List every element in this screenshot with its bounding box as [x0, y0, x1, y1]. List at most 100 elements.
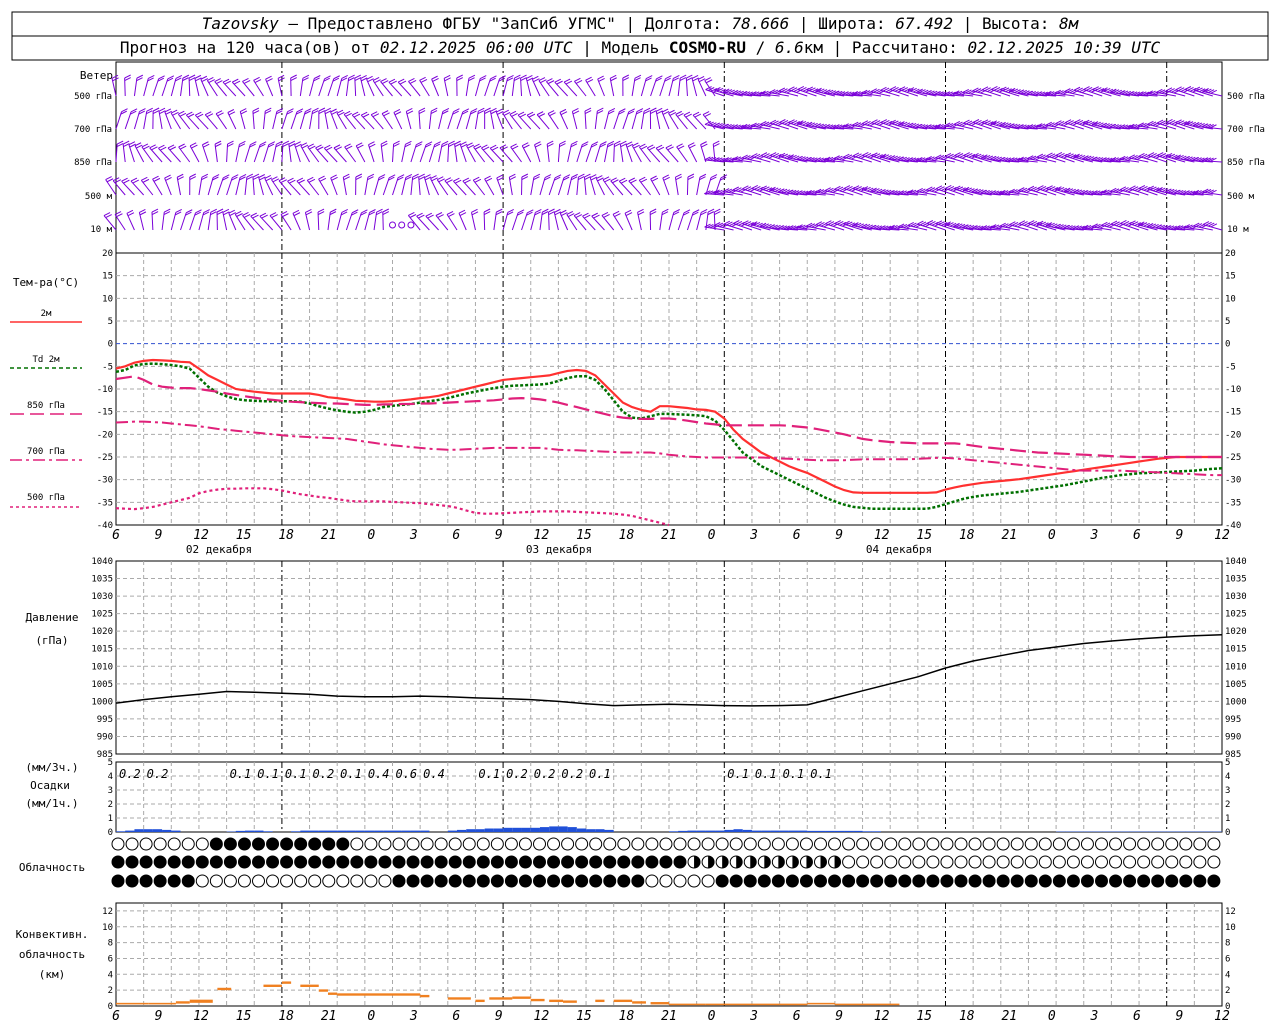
wind-barb-feather — [526, 74, 533, 79]
cloud-symbol — [476, 874, 490, 888]
x-tick-label: 12 — [534, 1009, 550, 1024]
convective-bar — [281, 981, 292, 984]
wind-barb-feather — [662, 111, 670, 115]
wind-barb-staff — [430, 178, 440, 196]
wind-barb-feather — [526, 111, 534, 116]
precip-bar — [493, 828, 504, 832]
wind-barb-feather — [172, 111, 179, 116]
wind-barb-feather — [444, 177, 452, 182]
cloud-symbol — [1095, 837, 1108, 851]
y-tick-label: 1 — [108, 814, 113, 824]
wind-barb-staff — [595, 178, 605, 196]
wind-barb-feather — [143, 145, 150, 150]
cloud-symbol — [926, 837, 940, 851]
x-tick-label: 6 — [452, 1009, 460, 1024]
precip-value-label: 0.2 — [313, 767, 335, 781]
wind-barb-feather — [596, 175, 603, 180]
wind-barb-feather — [206, 113, 214, 118]
wind-barb-staff — [115, 111, 123, 130]
wind-barb-staff — [176, 177, 182, 196]
wind-barb-staff — [410, 144, 417, 163]
cloud-symbol — [1193, 855, 1207, 869]
x-tick-label: 0 — [1048, 528, 1056, 543]
cloud-symbol — [111, 874, 125, 888]
wind-barb-feather — [497, 110, 504, 115]
wind-barb-feather — [287, 177, 294, 182]
wind-barb-feather — [265, 177, 273, 182]
convective-bar — [632, 1001, 646, 1004]
wind-barb-feather — [523, 144, 530, 149]
y-tick-label: 1035 — [1225, 575, 1247, 585]
wind-barb-staff — [576, 177, 579, 196]
wind-barb-feather — [509, 110, 517, 115]
cloud-symbol — [954, 855, 968, 869]
wind-barb-staff — [198, 177, 203, 196]
cloud-symbol — [181, 837, 195, 851]
wind-barb-feather — [416, 212, 423, 217]
wind-barb-feather — [574, 77, 581, 82]
wind-barb-staff — [511, 78, 515, 97]
wind-barb-feather — [298, 179, 305, 184]
precip-bar — [447, 830, 458, 832]
wind-barb-feather — [366, 75, 373, 80]
precip-value-label: 0.1 — [257, 767, 279, 781]
wind-barb-feather — [554, 208, 561, 213]
wind-barb-feather — [228, 111, 236, 116]
x-tick-label: 12 — [1214, 528, 1230, 543]
x-tick-label: 15 — [236, 1009, 252, 1024]
wind-barb-feather — [603, 214, 610, 218]
wind-barb-staff — [401, 144, 406, 163]
precip-bar — [549, 826, 559, 832]
wind-barb-feather — [288, 140, 296, 145]
wind-barb-feather — [704, 77, 711, 82]
cloud-symbol — [856, 837, 870, 851]
cloud-symbol — [111, 855, 125, 869]
wind-barb-feather — [462, 177, 470, 182]
wind-barb-feather — [227, 109, 235, 113]
wind-level-label-right: 850 гПа — [1227, 158, 1265, 168]
wind-barb-feather — [293, 212, 301, 217]
cloud-symbol — [1038, 855, 1052, 869]
cloud-symbol — [1080, 874, 1094, 888]
wind-barb-feather — [215, 110, 223, 115]
cloud-symbol — [884, 837, 898, 851]
wind-barb-feather — [471, 211, 479, 216]
wind-barb-feather — [466, 142, 473, 147]
pressure-unit: (гПа) — [35, 634, 68, 647]
precip-bar — [696, 830, 706, 832]
y-tick-label: 1020 — [1225, 627, 1247, 637]
wind-barb-staff — [511, 212, 519, 231]
cloud-symbol — [884, 855, 898, 869]
wind-barb-feather — [509, 176, 516, 181]
y-tick-label: 4 — [108, 772, 113, 782]
precip-bar — [512, 827, 522, 832]
wind-barb-staff — [495, 111, 504, 130]
wind-barb-feather — [496, 108, 503, 113]
cloud-symbol — [336, 855, 350, 869]
wind-barb-feather — [692, 77, 699, 82]
wind-barb-feather — [243, 80, 251, 84]
cloud-symbol — [912, 874, 926, 888]
wind-barb-feather — [217, 112, 224, 117]
wind-barb-staff — [594, 111, 598, 130]
wind-barb-feather — [437, 176, 444, 181]
wind-barb-feather — [169, 146, 177, 151]
wind-barb-feather — [584, 214, 591, 219]
y-tick-label: 15 — [1225, 272, 1236, 282]
cloud-symbol — [350, 874, 364, 888]
y-tick-label: 1010 — [91, 662, 113, 672]
cloud-symbol — [814, 837, 827, 851]
cloud-symbol — [533, 837, 546, 851]
wind-barb-feather — [454, 179, 462, 184]
cloud-symbol — [490, 874, 504, 888]
cloud-symbol — [884, 874, 898, 888]
wind-barb-staff — [525, 78, 532, 97]
cloud-symbol — [406, 874, 420, 888]
legend-label: 700 гПа — [27, 447, 65, 457]
precip-bar — [844, 830, 854, 832]
wind-barb-feather — [448, 213, 455, 218]
wind-barb-feather — [657, 146, 665, 151]
wind-barb-feather — [165, 176, 172, 181]
cloud-symbol — [195, 874, 209, 888]
wind-barb-feather — [187, 113, 195, 118]
